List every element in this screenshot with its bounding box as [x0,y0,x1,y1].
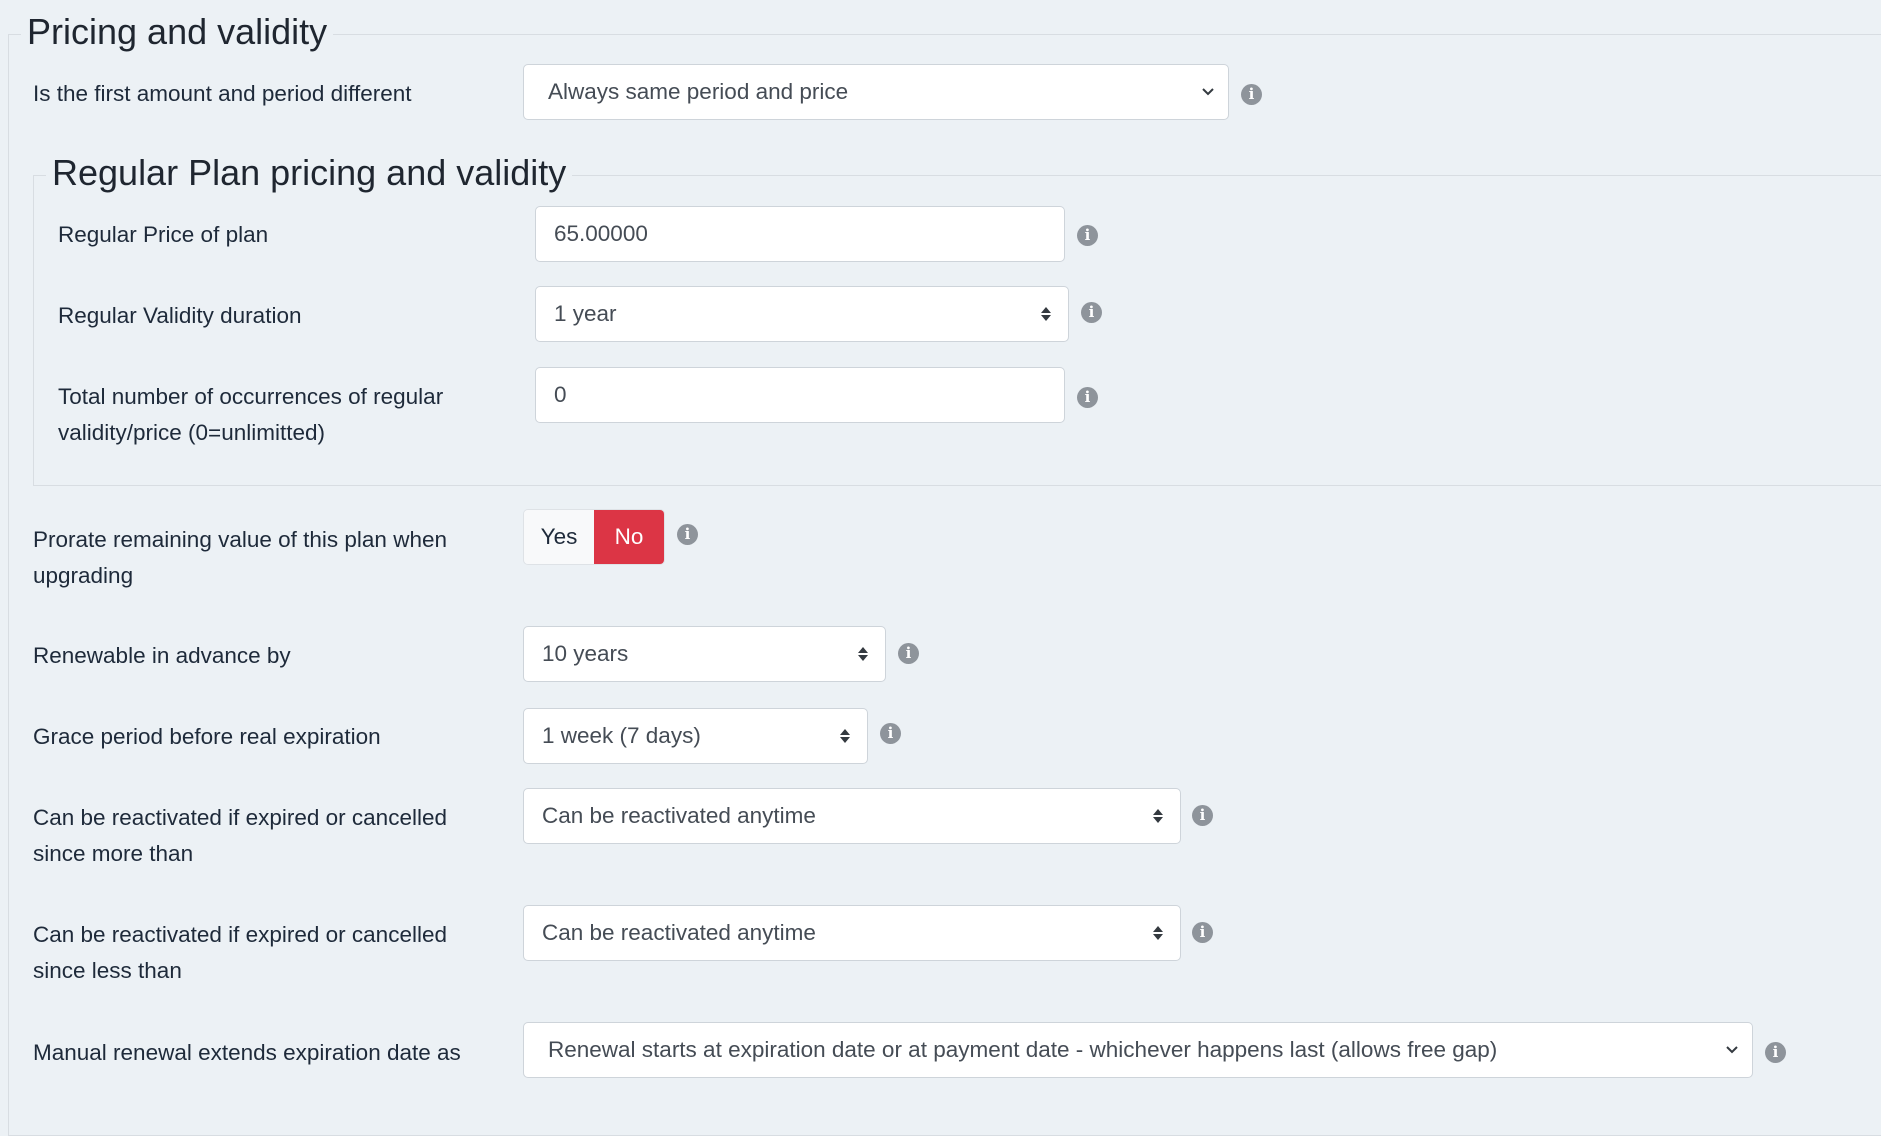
prorate-toggle[interactable]: Yes No [523,509,665,565]
regular-validity-select[interactable]: 1 year [535,286,1069,342]
sort-updown-icon [858,647,868,661]
grace-period-select[interactable]: 1 week (7 days) [523,708,868,764]
reactivate-more-select[interactable]: Can be reactivated anytime [523,788,1181,844]
prorate-yes-button[interactable]: Yes [524,510,594,564]
outer-fieldset-legend: Pricing and validity [21,12,334,52]
chevron-down-icon [1202,88,1214,96]
grace-period-value: 1 week (7 days) [542,723,701,748]
reactivate-more-label: Can be reactivated if expired or cancell… [33,805,447,866]
regular-price-label: Regular Price of plan [58,222,269,247]
info-icon[interactable]: i [1241,84,1262,105]
regular-plan-legend: Regular Plan pricing and validity [46,153,573,193]
first-period-label: Is the first amount and period different [33,81,412,106]
grace-period-label: Grace period before real expiration [33,724,381,749]
occurrences-input[interactable]: 0 [535,367,1065,423]
regular-validity-label: Regular Validity duration [58,303,302,328]
regular-price-value: 65.00000 [554,221,648,246]
first-period-value: Always same period and price [548,79,849,104]
chevron-down-icon [1726,1046,1738,1054]
renewable-advance-select[interactable]: 10 years [523,626,886,682]
info-icon[interactable]: i [1081,302,1102,323]
prorate-no-button[interactable]: No [594,510,664,564]
info-icon[interactable]: i [1077,225,1098,246]
renewable-advance-value: 10 years [542,641,629,666]
reactivate-less-value: Can be reactivated anytime [542,920,816,945]
manual-renewal-label: Manual renewal extends expiration date a… [33,1040,461,1065]
info-icon[interactable]: i [1192,805,1213,826]
occurrences-label: Total number of occurrences of regular v… [58,384,444,445]
occurrences-value: 0 [554,382,567,407]
reactivate-more-value: Can be reactivated anytime [542,803,816,828]
sort-updown-icon [1153,809,1163,823]
info-icon[interactable]: i [1077,387,1098,408]
reactivate-less-label: Can be reactivated if expired or cancell… [33,922,447,983]
first-period-select[interactable]: Always same period and price [523,64,1229,120]
renewable-advance-label: Renewable in advance by [33,643,291,668]
info-icon[interactable]: i [880,723,901,744]
sort-updown-icon [1041,307,1051,321]
manual-renewal-select[interactable]: Renewal starts at expiration date or at … [523,1022,1753,1078]
sort-updown-icon [840,729,850,743]
regular-validity-value: 1 year [554,301,617,326]
prorate-label: Prorate remaining value of this plan whe… [33,527,447,588]
reactivate-less-select[interactable]: Can be reactivated anytime [523,905,1181,961]
sort-updown-icon [1153,926,1163,940]
info-icon[interactable]: i [898,643,919,664]
regular-price-input[interactable]: 65.00000 [535,206,1065,262]
info-icon[interactable]: i [1765,1042,1786,1063]
manual-renewal-value: Renewal starts at expiration date or at … [548,1037,1498,1062]
info-icon[interactable]: i [1192,922,1213,943]
info-icon[interactable]: i [677,524,698,545]
